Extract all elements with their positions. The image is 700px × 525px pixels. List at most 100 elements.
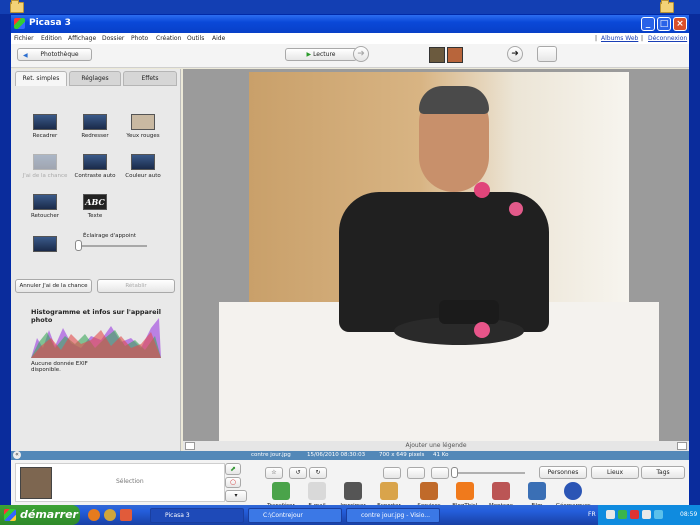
menu-creation[interactable]: Création xyxy=(156,35,181,42)
picasa-window: Picasa 3 _ □ × Fichier Edition Affichage… xyxy=(10,14,690,509)
link-albums-web[interactable]: Albums Web xyxy=(601,35,638,42)
minimize-button[interactable]: _ xyxy=(641,17,655,31)
fill-light-slider-thumb[interactable] xyxy=(75,240,82,251)
tool-redresser[interactable]: Redresser xyxy=(69,114,121,139)
library-button-label: Photothèque xyxy=(40,51,79,58)
close-button[interactable]: × xyxy=(673,17,687,31)
caption-expand-icon[interactable] xyxy=(677,442,687,450)
main-photo xyxy=(219,72,659,442)
globe-icon xyxy=(564,482,582,500)
desktop-folder-icon[interactable] xyxy=(660,0,674,13)
flower xyxy=(509,202,523,216)
start-button[interactable]: démarrer xyxy=(0,505,80,525)
thumbnail-next[interactable] xyxy=(447,47,463,63)
menu-photo[interactable]: Photo xyxy=(131,35,148,42)
menu-affichage[interactable]: Affichage xyxy=(68,35,96,42)
tool-texte[interactable]: ABC Texte xyxy=(69,194,121,219)
info-dimensions: 700 x 649 pixels xyxy=(379,452,425,458)
view-single-icon[interactable] xyxy=(431,467,449,479)
tool-contraste-auto[interactable]: Contraste auto xyxy=(69,154,121,179)
play-button[interactable]: ▶ Lecture xyxy=(285,48,357,61)
library-button[interactable]: ◀ Photothèque xyxy=(17,48,92,61)
caption-bar[interactable]: Ajouter une légende xyxy=(183,441,689,451)
bottom-tray: Sélection ⬈ ○ ▾ ☆ ↺ ↻ Personnes Lieux Ta… xyxy=(11,460,689,509)
printer-icon xyxy=(344,482,362,500)
desktop-folder-icon[interactable] xyxy=(10,0,24,13)
menu-bar: Fichier Edition Affichage Dossier Photo … xyxy=(11,33,689,44)
task-viewer[interactable]: contre jour.jpg - Visio... xyxy=(346,508,440,523)
people-button[interactable]: Personnes xyxy=(539,466,587,479)
tool-label: Couleur auto xyxy=(125,173,161,179)
link-deconnexion[interactable]: Déconnexion xyxy=(648,35,687,42)
quicklaunch-icon[interactable] xyxy=(120,509,132,521)
add-to-album-icon[interactable]: ▾ xyxy=(225,490,247,502)
menu-fichier[interactable]: Fichier xyxy=(14,35,34,42)
tray-icon[interactable] xyxy=(618,510,627,519)
clear-selection-icon[interactable]: ○ xyxy=(225,477,241,488)
hold-pin-icon[interactable]: ⬈ xyxy=(225,463,241,475)
tool-retoucher[interactable]: Retoucher xyxy=(19,194,71,219)
rotate-left-icon[interactable]: ↺ xyxy=(289,467,307,479)
tray-icon[interactable] xyxy=(642,510,651,519)
zoom-slider-thumb[interactable] xyxy=(451,467,458,478)
menu-outils[interactable]: Outils xyxy=(187,35,204,42)
tags-button[interactable]: Tags xyxy=(641,466,685,479)
firefox-icon[interactable] xyxy=(88,509,100,521)
tray-icon[interactable] xyxy=(630,510,639,519)
picasa-app-icon xyxy=(14,18,25,29)
places-button[interactable]: Lieux xyxy=(591,466,639,479)
tray-icon[interactable] xyxy=(606,510,615,519)
photo-viewer xyxy=(183,69,689,442)
view-list-icon[interactable] xyxy=(407,467,425,479)
undo-lucky-button[interactable]: Annuler J'ai de la chance xyxy=(15,279,92,293)
task-picasa[interactable]: Picasa 3 xyxy=(150,508,244,523)
view-grid-icon[interactable] xyxy=(383,467,401,479)
fill-light-slider-track[interactable] xyxy=(79,245,147,247)
redo-button[interactable]: Rétablir xyxy=(97,279,175,293)
thumbnail-current[interactable] xyxy=(429,47,445,63)
tool-label: Contraste auto xyxy=(74,173,116,179)
tab-effets[interactable]: Effets xyxy=(123,71,177,86)
title-bar: Picasa 3 _ □ × xyxy=(11,15,689,33)
retouch-icon xyxy=(33,194,57,210)
collapse-left-icon[interactable]: « xyxy=(13,451,21,459)
tab-ret-simples[interactable]: Ret. simples xyxy=(15,71,67,86)
lucky-icon xyxy=(33,154,57,170)
tool-jai-de-la-chance[interactable]: J'ai de la chance xyxy=(19,154,71,179)
crop-icon xyxy=(33,114,57,130)
menu-dossier[interactable]: Dossier xyxy=(102,35,124,42)
next-photo-button[interactable]: ➜ xyxy=(507,46,523,62)
language-indicator[interactable]: FR xyxy=(588,511,596,518)
flower xyxy=(474,182,490,198)
tool-couleur-auto[interactable]: Couleur auto xyxy=(117,154,169,179)
zoom-slider[interactable] xyxy=(455,472,525,474)
tool-recadrer[interactable]: Recadrer xyxy=(19,114,71,139)
desktop xyxy=(0,0,700,14)
people-label: Personnes xyxy=(547,469,579,476)
tool-fill-light[interactable] xyxy=(19,236,71,255)
star-icon[interactable]: ☆ xyxy=(265,467,283,479)
rotate-right-icon[interactable]: ↻ xyxy=(309,467,327,479)
person-hair xyxy=(419,86,489,114)
collage-icon[interactable] xyxy=(537,46,557,62)
caption-collapse-icon[interactable] xyxy=(185,442,195,450)
film-icon xyxy=(528,482,546,500)
task-explorer[interactable]: C:\Contrejour xyxy=(248,508,342,523)
menu-edition[interactable]: Edition xyxy=(41,35,62,42)
menu-aide[interactable]: Aide xyxy=(212,35,225,42)
clock[interactable]: 08:59 xyxy=(680,511,697,518)
exif-text: Aucune donnée EXIF disponible. xyxy=(31,361,88,373)
tool-yeux-rouges[interactable]: Yeux rouges xyxy=(117,114,169,139)
red-eye-icon xyxy=(131,114,155,130)
tab-reglages[interactable]: Réglages xyxy=(69,71,121,86)
selection-thumbnail[interactable] xyxy=(20,467,52,499)
caption-placeholder[interactable]: Ajouter une légende xyxy=(405,442,466,449)
histogram-graph xyxy=(31,318,161,358)
upload-icon xyxy=(272,482,290,500)
quicklaunch-icon[interactable] xyxy=(104,509,116,521)
toolbar: ◀ Photothèque ▶ Lecture ➜ ➜ xyxy=(11,44,689,68)
tray-icon[interactable] xyxy=(654,510,663,519)
prev-photo-button[interactable]: ➜ xyxy=(353,46,369,62)
play-icon: ▶ xyxy=(306,51,312,58)
maximize-button[interactable]: □ xyxy=(657,17,671,31)
